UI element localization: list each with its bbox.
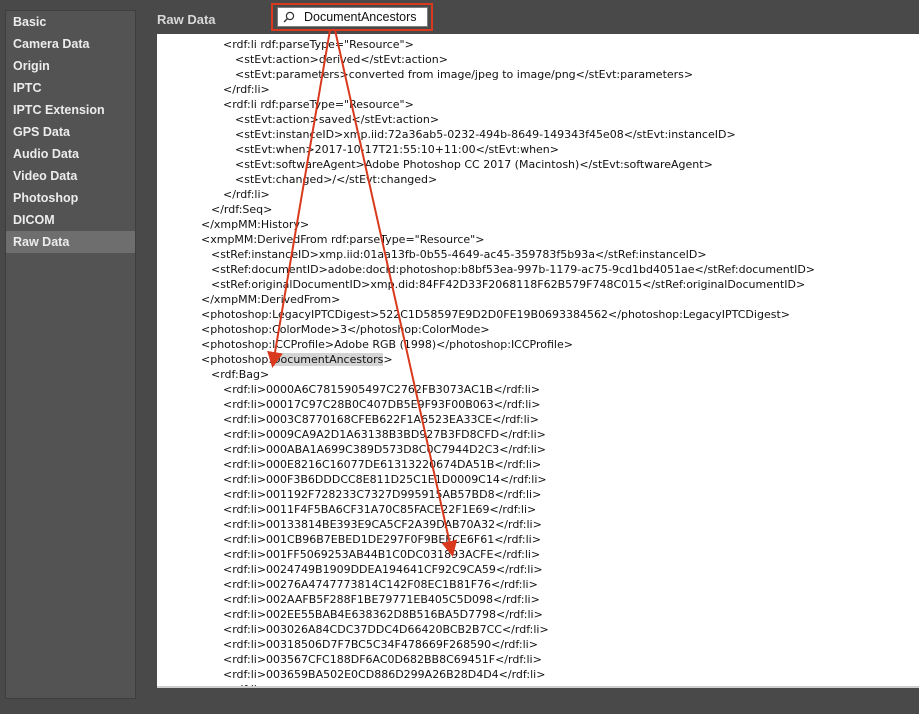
sidebar-item-iptc[interactable]: IPTC xyxy=(6,77,135,99)
xml-line: <rdf:li>003659BA502E0CD886D299A26B28D4D4… xyxy=(223,668,546,681)
xml-line: <rdf:Bag> xyxy=(211,368,270,381)
xml-line: <stEvt:softwareAgent>Adobe Photoshop CC … xyxy=(235,158,713,171)
window-bottom-bar xyxy=(157,688,919,714)
xml-line: <stEvt:changed>/</stEvt:changed> xyxy=(235,173,438,186)
xml-line: </rdf:Seq> xyxy=(211,203,273,216)
xml-line: <photoshop:LegacyIPTCDigest>522C1D58597E… xyxy=(201,308,790,321)
xml-line: <rdf:li>001FF5069253AB44B1C0DC031893ACFE… xyxy=(223,548,541,561)
sidebar-item-video-data[interactable]: Video Data xyxy=(6,165,135,187)
raw-data-panel[interactable]: <rdf:li rdf:parseType="Resource"> <stEvt… xyxy=(157,34,919,703)
xml-line: </rdf:li> xyxy=(223,188,270,201)
xml-line: <stRef:documentID>adobe:docid:photoshop:… xyxy=(211,263,816,276)
xml-line: <rdf:li>002AAFB5F288F1BE79771EB405C5D098… xyxy=(223,593,540,606)
xml-line: <rdf:li>003026A84CDC37DDC4D66420BCB2B7CC… xyxy=(223,623,549,636)
sidebar-item-origin[interactable]: Origin xyxy=(6,55,135,77)
xml-line: <xmpMM:DerivedFrom rdf:parseType="Resour… xyxy=(201,233,485,246)
xml-tag-prefix: <photoshop: xyxy=(201,353,273,366)
xml-line: <rdf:li>00133814BE393E9CA5CF2A39DAB70A32… xyxy=(223,518,542,531)
xml-line: <stEvt:when>2017-10-17T21:55:10+11:00</s… xyxy=(235,143,560,156)
sidebar-item-iptc-extension[interactable]: IPTC Extension xyxy=(6,99,135,121)
xml-line: <rdf:li>000F3B6DDDCC8E811D25C1E1D0009C14… xyxy=(223,473,547,486)
xml-line-document-ancestors: <photoshop:DocumentAncestors> xyxy=(201,352,393,367)
xml-line: <stEvt:instanceID>xmp.iid:72a36ab5-0232-… xyxy=(235,128,736,141)
xml-line: <rdf:li>003567CFC188DF6AC0D682BB8C69451F… xyxy=(223,653,542,666)
xml-line: </xmpMM:DerivedFrom> xyxy=(201,293,341,306)
xml-line: <rdf:li rdf:parseType="Resource"> xyxy=(223,98,414,111)
sidebar-item-dicom[interactable]: DICOM xyxy=(6,209,135,231)
xml-line: </rdf:li> xyxy=(223,83,270,96)
page-title: Raw Data xyxy=(157,12,216,27)
sidebar-item-raw-data[interactable]: Raw Data xyxy=(6,231,135,253)
sidebar-item-camera-data[interactable]: Camera Data xyxy=(6,33,135,55)
xml-line: <rdf:li>00017C97C28B0C407DB5E9F93F00B063… xyxy=(223,398,541,411)
xml-line: <rdf:li>0009CA9A2D1A63138B3BD927B3FD8CFD… xyxy=(223,428,546,441)
xml-line: <rdf:li>001CB96B7EBED1DE297F0F9BEECE6F61… xyxy=(223,533,541,546)
search-box[interactable] xyxy=(277,7,428,27)
xml-line: <stRef:instanceID>xmp.iid:01aa13fb-0b55-… xyxy=(211,248,707,261)
xml-line: <stEvt:parameters>converted from image/j… xyxy=(235,68,694,81)
xml-line: <rdf:li>0011F4F5BA6CF31A70C85FACE22F1E69… xyxy=(223,503,537,516)
xml-line: <rdf:li>00276A4747773814C142F08EC1B81F76… xyxy=(223,578,538,591)
xml-line: <photoshop:ICCProfile>Adobe RGB (1998)</… xyxy=(201,338,573,351)
xml-line: <rdf:li>0003C8770168CFEB622F1A6523EA33CE… xyxy=(223,413,539,426)
xml-line: <rdf:li>0024749B1909DDEA194641CF92C9CA59… xyxy=(223,563,543,576)
xml-line: <stRef:originalDocumentID>xmp.did:84FF42… xyxy=(211,278,806,291)
search-match-highlight: DocumentAncestors xyxy=(272,353,384,366)
search-input[interactable] xyxy=(304,9,426,25)
xml-line: <photoshop:ColorMode>3</photoshop:ColorM… xyxy=(201,323,490,336)
sidebar-item-photoshop[interactable]: Photoshop xyxy=(6,187,135,209)
metadata-category-sidebar: Basic Camera Data Origin IPTC IPTC Exten… xyxy=(5,10,136,699)
xml-line: <rdf:li>001192F728233C7327D995915AB57BD8… xyxy=(223,488,542,501)
xml-line: <rdf:li>000E8216C16077DE61313220674DA51B… xyxy=(223,458,542,471)
sidebar-item-audio-data[interactable]: Audio Data xyxy=(6,143,135,165)
xml-line: </xmpMM:History> xyxy=(201,218,310,231)
xml-line: <rdf:li>000ABA1A699C389D573D8C0C7944D2C3… xyxy=(223,443,547,456)
xml-line: <rdf:li rdf:parseType="Resource"> xyxy=(223,38,414,51)
xml-line: <rdf:li>00318506D7F7BC5C34F478669F268590… xyxy=(223,638,538,651)
xml-line: <rdf:li>002EE55BAB4E638362D8B516BA5D7798… xyxy=(223,608,543,621)
xml-line: <rdf:li>0000A6C7815905497C2762FB3073AC1B… xyxy=(223,383,541,396)
xml-line: <stEvt:action>derived</stEvt:action> xyxy=(235,53,448,66)
sidebar-item-basic[interactable]: Basic xyxy=(6,11,135,33)
xml-tag-suffix: > xyxy=(383,353,393,366)
xml-line: <stEvt:action>saved</stEvt:action> xyxy=(235,113,440,126)
sidebar-item-gps-data[interactable]: GPS Data xyxy=(6,121,135,143)
search-icon xyxy=(283,11,295,23)
